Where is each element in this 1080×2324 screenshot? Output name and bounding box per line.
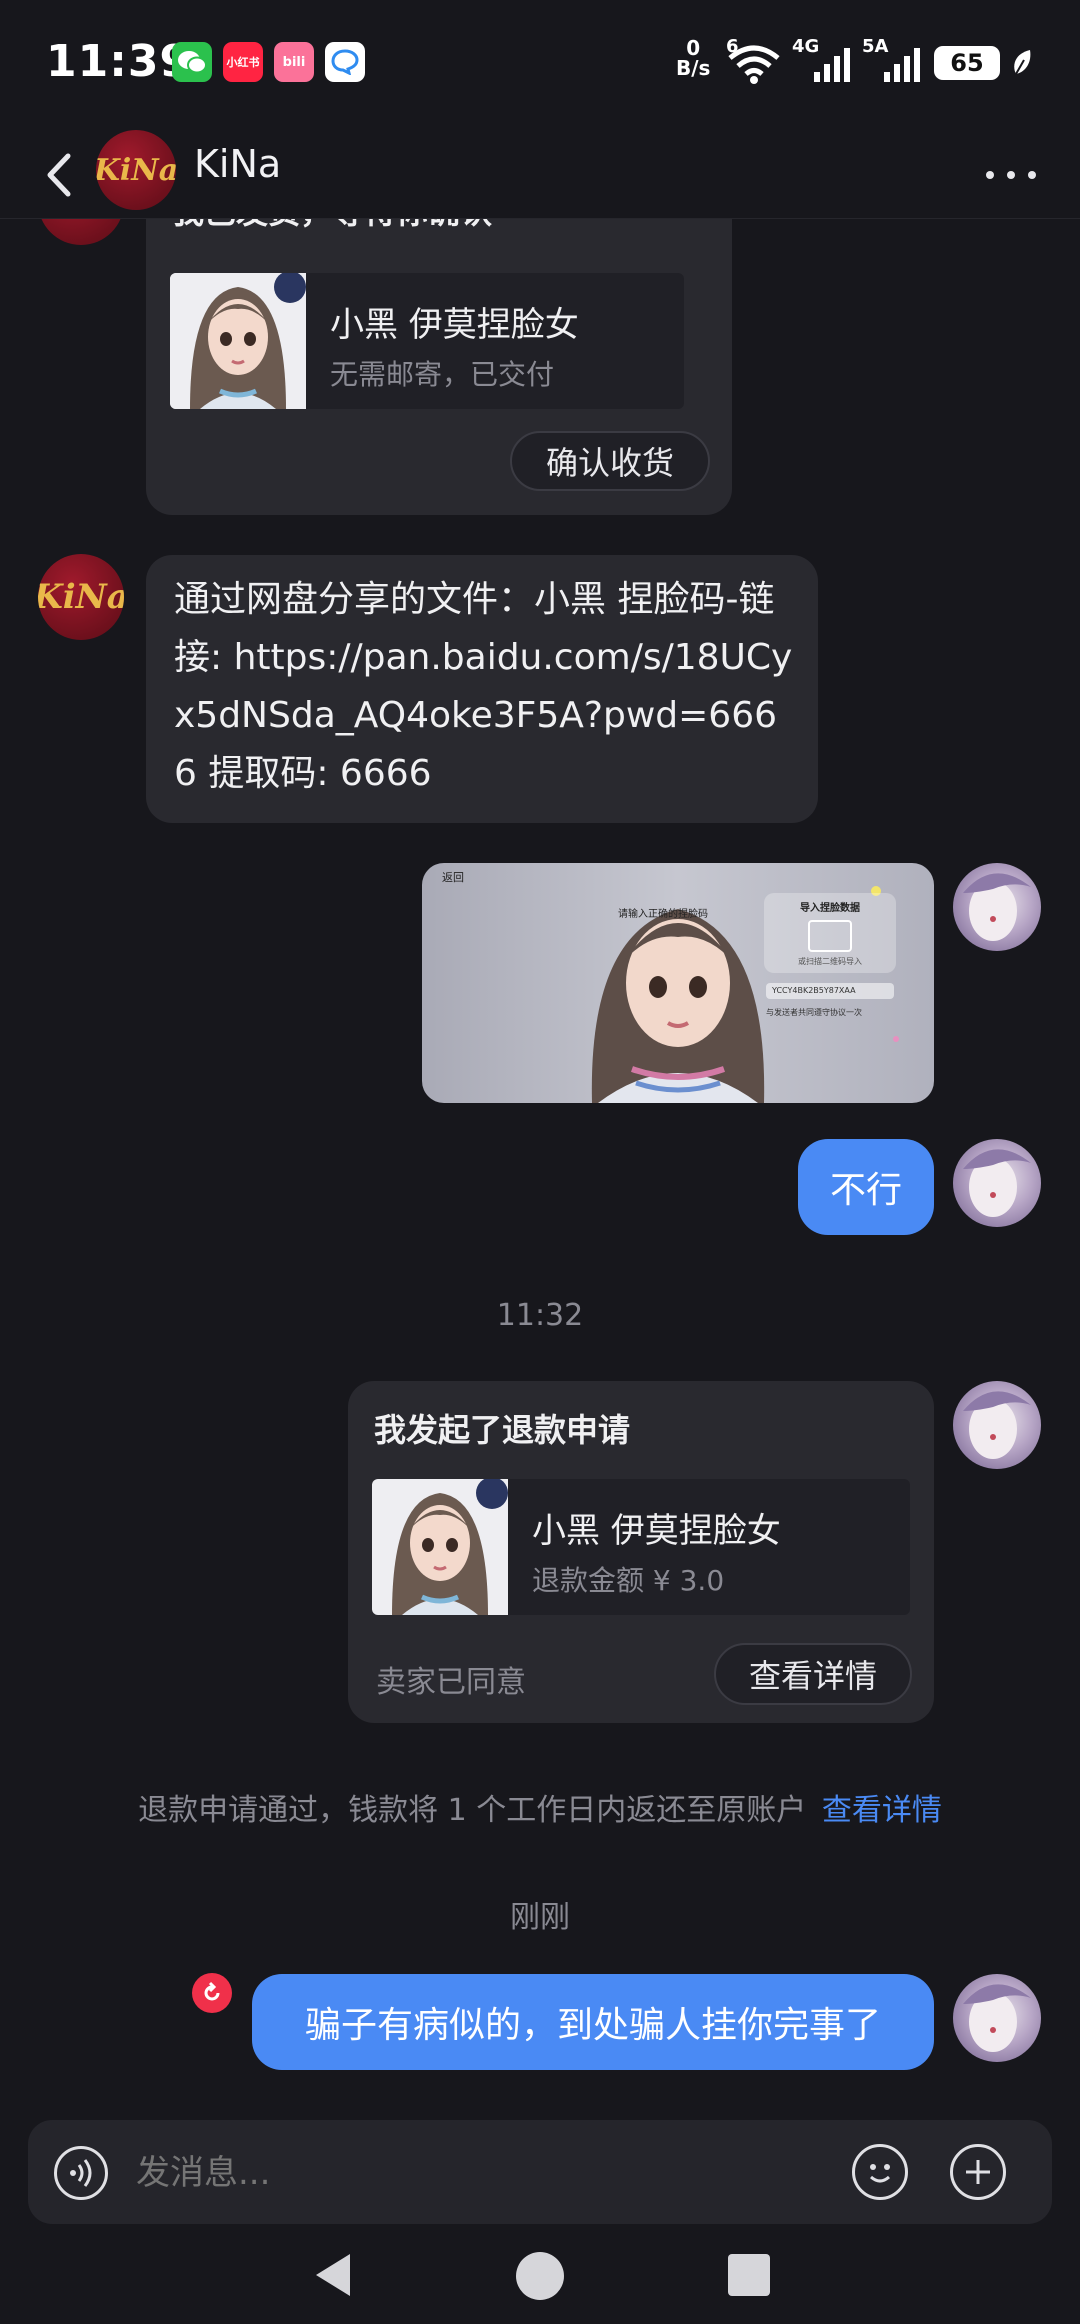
nav-home-button[interactable] bbox=[516, 2252, 564, 2300]
contact-avatar[interactable]: KiNa bbox=[38, 554, 124, 640]
outgoing-message[interactable]: 骗子有病似的，到处骗人挂你完事了 bbox=[252, 1974, 934, 2070]
voice-input-icon[interactable] bbox=[54, 2146, 108, 2200]
wechat-icon bbox=[172, 42, 212, 82]
image-note: 与发送者共同遵守协议一次 bbox=[766, 1008, 862, 1017]
leaf-icon bbox=[1010, 48, 1034, 82]
view-details-button[interactable]: 查看详情 bbox=[714, 1643, 912, 1705]
add-icon[interactable] bbox=[950, 2144, 1006, 2200]
product-thumbnail bbox=[170, 273, 306, 409]
net-speed-unit: B/s bbox=[676, 56, 711, 80]
outgoing-message[interactable]: 不行 bbox=[798, 1139, 934, 1235]
refund-card-title: 我发起了退款申请 bbox=[374, 1411, 631, 1449]
share-link-text[interactable]: 通过网盘分享的文件：小黑 捏脸码-链接: https://pan.baidu.c… bbox=[174, 571, 794, 803]
image-code-field: YCCY4BK2B5Y87XAA bbox=[766, 983, 894, 999]
battery-indicator: 65 bbox=[934, 46, 1000, 80]
product-name: 小黑 伊莫捏脸女 bbox=[330, 305, 579, 345]
avatar-logo-text: KiNa bbox=[38, 577, 124, 617]
xiaohongshu-icon: 小红书 bbox=[223, 42, 263, 82]
share-link-message[interactable]: 通过网盘分享的文件：小黑 捏脸码-链接: https://pan.baidu.c… bbox=[146, 555, 818, 823]
message-input[interactable] bbox=[134, 2142, 838, 2204]
message-input-bar bbox=[28, 2120, 1052, 2224]
user-avatar[interactable] bbox=[953, 1139, 1041, 1227]
image-import-panel: 导入捏脸数据 或扫描二维码导入 bbox=[764, 893, 896, 973]
user-avatar[interactable] bbox=[953, 863, 1041, 951]
status-bar: 11:39 小红书 bili 0 B/s 6 4G 5A 65 bbox=[0, 0, 1080, 130]
system-notice-text: 退款申请通过，钱款将 1 个工作日内返还至原账户 bbox=[138, 1793, 807, 1828]
avatar-logo-text: KiNa bbox=[38, 219, 124, 222]
chat-area: KiNa 我已发货，等待你确认 小黑 伊莫捏脸女 无需邮寄，已交付 bbox=[0, 219, 1080, 2109]
confirm-receipt-button[interactable]: 确认收货 bbox=[510, 431, 710, 491]
user-avatar[interactable] bbox=[953, 1381, 1041, 1469]
wifi-badge: 6 bbox=[726, 36, 739, 57]
status-time: 11:39 bbox=[46, 36, 192, 87]
shipped-card[interactable]: 我已发货，等待你确认 小黑 伊莫捏脸女 无需邮寄，已交付 确认收 bbox=[146, 219, 732, 515]
timestamp: 11:32 bbox=[496, 1298, 584, 1333]
signal-5a-icon bbox=[882, 46, 922, 86]
system-notice-link[interactable]: 查看详情 bbox=[822, 1793, 942, 1828]
refund-amount: 退款金额 ¥ 3.0 bbox=[532, 1564, 725, 1597]
net-speed: 0 B/s bbox=[676, 38, 710, 78]
dot-icon bbox=[1028, 171, 1036, 179]
image-prompt-label: 请输入正确的捏脸码 bbox=[618, 909, 708, 920]
dot-icon bbox=[986, 171, 994, 179]
system-notice: 退款申请通过，钱款将 1 个工作日内返还至原账户 查看详情 bbox=[0, 1785, 1080, 1829]
refund-card[interactable]: 我发起了退款申请 小黑 伊莫捏脸女 退款金额 ¥ 3.0 卖家已同意 查看详情 bbox=[348, 1381, 934, 1723]
image-panel-title: 导入捏脸数据 bbox=[800, 903, 860, 914]
shipped-card-title: 我已发货，等待你确认 bbox=[172, 219, 492, 233]
contact-name: KiNa bbox=[194, 142, 282, 186]
bilibili-icon: bili bbox=[274, 42, 314, 82]
product-name: 小黑 伊莫捏脸女 bbox=[532, 1511, 781, 1551]
emoji-icon[interactable] bbox=[852, 2144, 908, 2200]
timestamp: 刚刚 bbox=[510, 1900, 570, 1935]
header-contact-avatar[interactable]: KiNa bbox=[96, 130, 176, 210]
dot-icon bbox=[1007, 171, 1015, 179]
product-thumbnail bbox=[372, 1479, 508, 1615]
nav-recents-button[interactable] bbox=[728, 2254, 770, 2296]
resend-error-icon[interactable] bbox=[192, 1973, 232, 2013]
product-row[interactable]: 小黑 伊莫捏脸女 无需邮寄，已交付 bbox=[170, 273, 684, 409]
image-message[interactable]: 返回 请输入正确的捏脸码 导入捏脸数据 或扫描二维码导入 YCCY4BK2B5Y… bbox=[422, 863, 934, 1103]
image-panel-sub: 或扫描二维码导入 bbox=[798, 957, 862, 966]
nav-back-button[interactable] bbox=[310, 2250, 354, 2304]
image-back-label: 返回 bbox=[442, 871, 464, 884]
system-nav-bar bbox=[0, 2240, 1080, 2324]
chat-bubble-app-icon bbox=[325, 42, 365, 82]
bilibili-label: bili bbox=[282, 54, 306, 70]
scan-frame-icon bbox=[808, 920, 852, 952]
xiaohongshu-label: 小红书 bbox=[226, 56, 260, 69]
chat-header: KiNa KiNa bbox=[0, 130, 1080, 219]
product-delivery-status: 无需邮寄，已交付 bbox=[330, 358, 555, 391]
signal-4g-icon bbox=[812, 46, 852, 86]
net-speed-value: 0 bbox=[686, 36, 701, 60]
back-button[interactable] bbox=[40, 150, 80, 200]
user-avatar[interactable] bbox=[953, 1974, 1041, 2062]
contact-avatar[interactable]: KiNa bbox=[38, 219, 124, 245]
avatar-logo-text: KiNa bbox=[96, 152, 176, 188]
more-menu-button[interactable] bbox=[986, 160, 1036, 190]
refund-status: 卖家已同意 bbox=[376, 1665, 526, 1700]
refund-product-row[interactable]: 小黑 伊莫捏脸女 退款金额 ¥ 3.0 bbox=[372, 1479, 910, 1615]
